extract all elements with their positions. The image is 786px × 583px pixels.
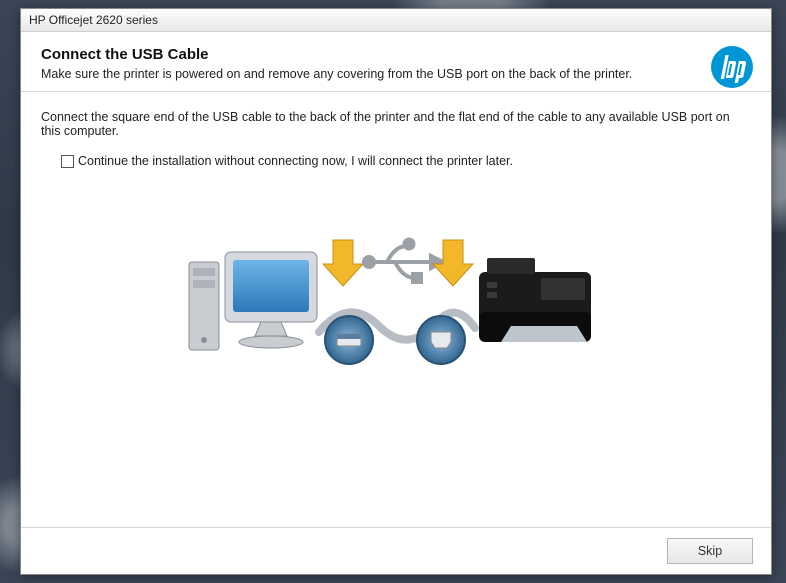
monitor-icon	[225, 252, 317, 348]
checkbox-icon	[61, 155, 74, 168]
computer-tower-icon	[189, 262, 219, 350]
instruction-text: Connect the square end of the USB cable …	[41, 110, 751, 138]
usb-a-plug-icon	[325, 316, 373, 364]
usb-connection-illustration	[181, 222, 611, 382]
page-subheading: Make sure the printer is powered on and …	[41, 67, 751, 81]
window-title: HP Officejet 2620 series	[29, 13, 158, 27]
skip-button[interactable]: Skip	[667, 538, 753, 564]
footer-area: Skip	[21, 527, 771, 574]
hp-logo-icon	[711, 46, 753, 88]
window-titlebar[interactable]: HP Officejet 2620 series	[21, 9, 771, 32]
checkbox-label: Continue the installation without connec…	[78, 154, 513, 168]
printer-icon	[479, 258, 591, 342]
usb-symbol-icon	[364, 240, 443, 283]
body-area: Connect the square end of the USB cable …	[21, 92, 771, 527]
installer-window: HP Officejet 2620 series Connect the USB…	[20, 8, 772, 575]
connect-later-checkbox[interactable]: Continue the installation without connec…	[61, 154, 751, 168]
header-area: Connect the USB Cable Make sure the prin…	[21, 32, 771, 92]
usb-b-plug-icon	[417, 316, 465, 364]
page-heading: Connect the USB Cable	[41, 46, 751, 63]
arrow-down-icon	[323, 240, 363, 286]
